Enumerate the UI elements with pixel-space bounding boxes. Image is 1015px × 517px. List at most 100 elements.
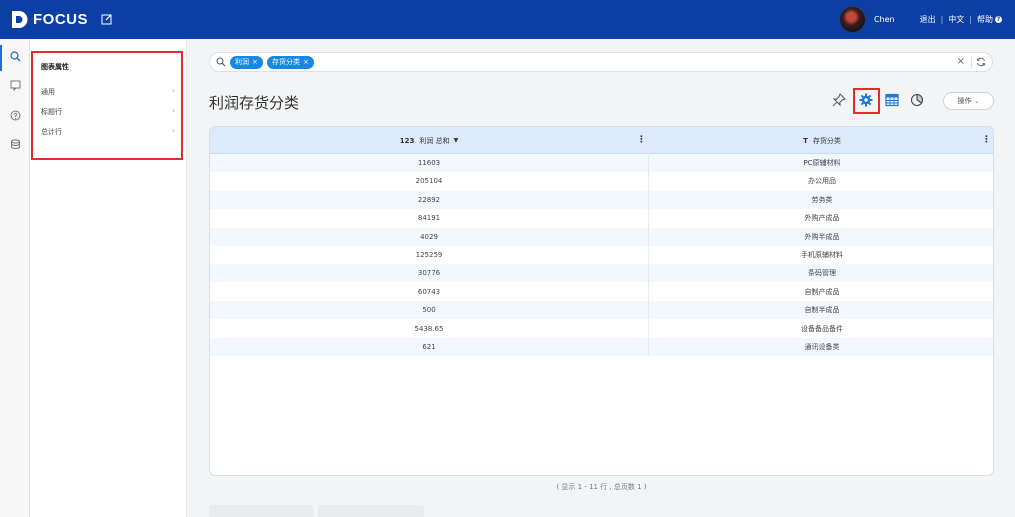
separator: | (940, 15, 944, 24)
cell-category: 设备备品备件 (801, 324, 843, 333)
cell-category: 办公用品 (808, 177, 836, 186)
remove-token-icon[interactable]: × (303, 58, 309, 66)
gear-icon[interactable] (858, 92, 874, 108)
icon-rail (0, 39, 30, 517)
panel-item-total-row[interactable]: 总计行 › (41, 126, 175, 137)
chart-properties-panel: 图表属性 通用 › 标题行 › 总计行 › (30, 39, 187, 517)
table-row[interactable]: 22892 劳务类 (210, 190, 993, 209)
refresh-icon[interactable] (976, 57, 986, 67)
cell-profit: 30776 (417, 269, 441, 278)
search-icon (216, 57, 226, 67)
separator: | (969, 15, 972, 24)
panel-item-general[interactable]: 通用 › (41, 86, 175, 97)
panel-item-label: 标题行 (41, 108, 62, 116)
cell-category: 劳务类 (811, 195, 833, 204)
cell-profit: 22892 (417, 195, 441, 204)
panel-item-label: 总计行 (41, 128, 62, 136)
table-row[interactable]: 60743 自制产成品 (210, 282, 993, 301)
cell-category: 自制半成品 (804, 306, 840, 315)
search-token-label: 利润 (235, 58, 249, 66)
remove-token-icon[interactable]: × (252, 58, 258, 66)
table-row[interactable]: 500 自制半成品 (210, 301, 993, 320)
table-row[interactable]: 5438.65 设备备品备件 (210, 319, 993, 338)
edit-icon[interactable] (101, 13, 113, 25)
cell-category: 外购产成品 (804, 214, 840, 223)
page-title: 利润存货分类 (209, 94, 300, 112)
bottom-tab[interactable] (318, 505, 424, 517)
table-view-icon[interactable] (884, 92, 900, 108)
database-nav-icon[interactable] (8, 137, 22, 151)
column-label: 利润 总和 (419, 136, 450, 145)
divider (971, 57, 972, 68)
cell-profit: 621 (422, 343, 436, 351)
chart-type-icon[interactable] (909, 92, 925, 108)
cell-profit: 500 (422, 306, 436, 315)
data-table: 123 利润 总和 ▼ ⋮ T 存货分类 ⋮ 11603 PC原辅材料 205104… (209, 126, 994, 476)
cell-category: 手机原辅材料 (801, 251, 843, 259)
top-bar: FOCUS Chen 退出 | 中文 | 帮助? (0, 0, 1015, 39)
cell-profit: 11603 (417, 159, 441, 167)
avatar[interactable] (838, 6, 866, 33)
table-row[interactable]: 621 通讯设备类 (210, 338, 993, 356)
cell-category: 自制产成品 (804, 287, 840, 296)
help-nav-icon[interactable] (8, 108, 22, 122)
help-link[interactable]: 帮助? (977, 14, 1002, 25)
actions-label: 操作 (957, 97, 972, 105)
chevron-down-icon: ⌄ (974, 98, 980, 105)
cell-category: 通讯设备类 (804, 343, 840, 351)
pagination-info: ( 显示 1 - 11 行 , 总页数 1 ) (556, 483, 647, 491)
cell-category: PC原辅材料 (803, 159, 841, 167)
language-link[interactable]: 中文 (948, 14, 964, 25)
table-row[interactable]: 4029 外购半成品 (210, 227, 993, 246)
column-menu-icon[interactable]: ⋮ (982, 135, 991, 145)
panel-item-header-row[interactable]: 标题行 › (41, 106, 175, 117)
active-indicator (0, 45, 2, 71)
column-divider (648, 127, 649, 357)
actions-dropdown[interactable]: 操作 ⌄ (943, 92, 994, 110)
cell-profit: 5438.65 (414, 324, 444, 333)
chevron-right-icon: › (171, 86, 175, 95)
help-label: 帮助 (977, 15, 993, 24)
panel-title: 图表属性 (41, 63, 69, 71)
cell-profit: 60743 (417, 287, 441, 296)
chevron-right-icon: › (171, 126, 175, 135)
table-header: 123 利润 总和 ▼ ⋮ T 存货分类 ⋮ (210, 127, 993, 154)
logo-text: FOCUS (33, 11, 88, 28)
search-nav-icon[interactable] (8, 49, 22, 63)
column-header-category[interactable]: T 存货分类 (649, 127, 993, 154)
bottom-tab[interactable] (209, 505, 313, 517)
table-row[interactable]: 84191 外购产成品 (210, 209, 993, 228)
search-token-label: 存货分类 (272, 58, 300, 66)
text-type-icon: T (803, 136, 808, 145)
logout-link[interactable]: 退出 (920, 14, 936, 25)
cell-profit: 4029 (420, 232, 438, 241)
panel-highlight-box: 图表属性 通用 › 标题行 › 总计行 › (31, 51, 183, 160)
pin-icon[interactable] (831, 92, 847, 108)
chevron-right-icon: › (171, 106, 175, 115)
cell-profit: 84191 (417, 214, 441, 223)
cell-profit: 125259 (415, 251, 443, 259)
search-token[interactable]: 利润 × (230, 56, 263, 69)
table-row[interactable]: 125259 手机原辅材料 (210, 246, 993, 264)
table-row[interactable]: 11603 PC原辅材料 (210, 154, 993, 172)
main-area: 利润 × 存货分类 × × 利润存货分类 操作 ⌄ 123 利润 总和 ▼ ⋮ … (187, 39, 1015, 517)
cell-category: 外购半成品 (804, 232, 840, 241)
help-icon: ? (995, 16, 1002, 23)
logo-icon (12, 11, 28, 28)
user-area: Chen 退出 | 中文 | 帮助? (838, 6, 1007, 33)
search-token[interactable]: 存货分类 × (267, 56, 314, 69)
table-row[interactable]: 205104 办公用品 (210, 172, 993, 191)
column-label: 存货分类 (812, 136, 841, 145)
logo[interactable]: FOCUS (10, 10, 88, 29)
user-name[interactable]: Chen (874, 15, 895, 24)
column-header-profit[interactable]: 123 利润 总和 ▼ (210, 127, 648, 154)
column-menu-icon[interactable]: ⋮ (637, 135, 646, 145)
clear-search-icon[interactable]: × (957, 56, 965, 67)
cell-profit: 205104 (415, 177, 443, 186)
search-bar[interactable]: 利润 × 存货分类 × × (209, 52, 993, 72)
board-nav-icon[interactable] (8, 78, 22, 92)
numeric-type-icon: 123 (399, 136, 415, 145)
table-row[interactable]: 30776 条码管理 (210, 264, 993, 283)
sort-desc-icon[interactable]: ▼ (454, 137, 459, 144)
panel-item-label: 通用 (41, 88, 55, 96)
